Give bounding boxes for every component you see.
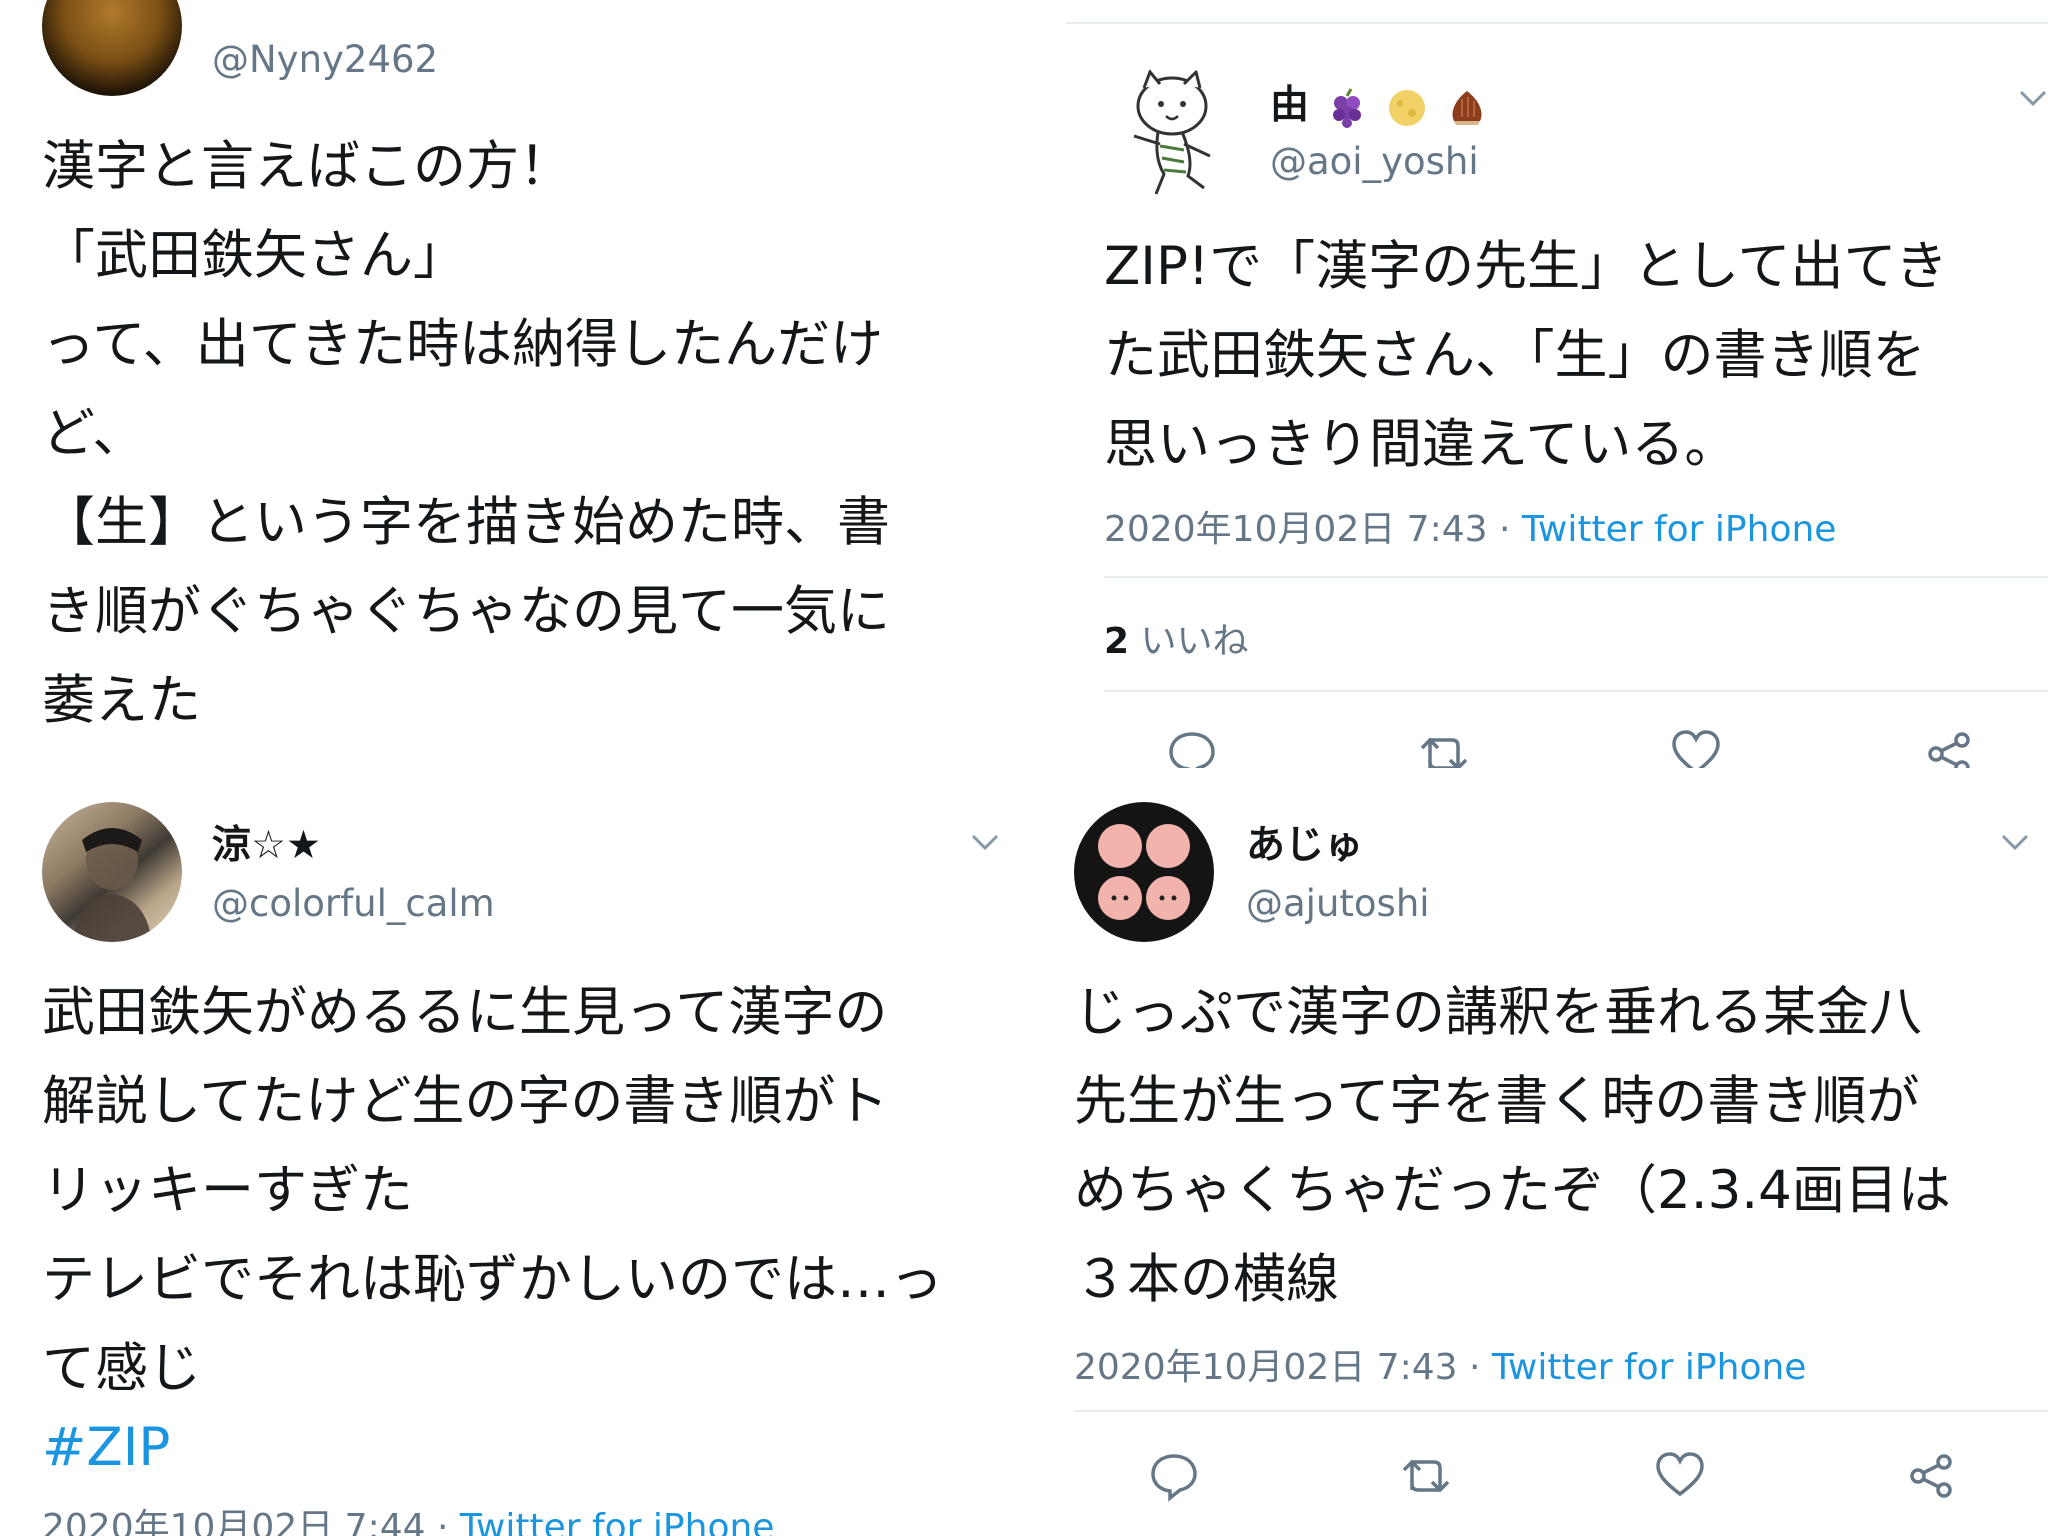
numbers-avatar-icon (1098, 824, 1190, 920)
chevron-down-icon[interactable] (2000, 832, 2030, 852)
tweet-text-line: て感じ (42, 1338, 201, 1399)
tweet-text-line: き順がぐちゃぐちゃなの見て一気に (42, 581, 890, 642)
tweet-text-line: 解説してたけど生の字の書き順がト (42, 1071, 889, 1132)
divider (1104, 690, 2048, 692)
tweet-meta: 2020年10月02日 7:43 · Twitter for iPhone (1104, 500, 1836, 552)
like-icon[interactable] (1670, 728, 1722, 768)
retweet-icon[interactable] (1400, 1450, 1452, 1502)
cat-drawing-icon (1133, 69, 1211, 195)
tweet-panel-ajutoshi: あじゅ @ajutoshi じっぷで漢字の講釈を垂れる某金八 先生が生って字を書… (1048, 782, 2048, 1536)
tweet-text-line: ど、 (42, 403, 146, 464)
tweet-meta: 2020年10月02日 7:44 · Twitter for iPhone (42, 1498, 774, 1536)
avatar[interactable] (42, 802, 182, 942)
profile-photo-icon (72, 828, 152, 942)
chevron-down-icon[interactable] (970, 832, 1000, 852)
reply-icon[interactable] (1166, 728, 1218, 768)
tweet-text-line: た武田鉄矢さん、「生」の書き順を (1104, 325, 1926, 386)
grapes-icon (1332, 87, 1361, 128)
likes-number: 2 (1104, 621, 1130, 662)
avatar[interactable] (1074, 802, 1214, 942)
client-link[interactable]: Twitter for iPhone (460, 1507, 775, 1536)
meta-separator: · (1487, 509, 1522, 550)
cheese-icon (1389, 89, 1426, 126)
tweet-text: じっぷで漢字の講釈を垂れる某金八 先生が生って字を書く時の書き順が めちゃくちゃ… (1074, 968, 1951, 1324)
likes-count[interactable]: 2 いいね (1104, 612, 1249, 664)
hashtag-link[interactable]: #ZIP (42, 1417, 170, 1478)
tweet-text: 武田鉄矢がめるるに生見って漢字の 解説してたけど生の字の書き順がト リッキーすぎ… (42, 968, 943, 1483)
share-icon[interactable] (1924, 728, 1976, 768)
retweet-icon[interactable] (1418, 728, 1470, 768)
divider (1104, 576, 2048, 578)
tweet-panel-aoi-yoshi: 由 @aoi_yoshi ZIP!で「漢字の先生」として出てき た武田鉄矢さん、… (1048, 0, 2048, 768)
display-name[interactable]: 由 (1270, 74, 1488, 130)
tweet-text-line: ３本の横線 (1074, 1249, 1339, 1310)
user-handle[interactable]: @colorful_calm (212, 882, 495, 925)
user-handle[interactable]: @aoi_yoshi (1270, 140, 1479, 183)
likes-label: いいね (1140, 621, 1249, 662)
hashtag-line: #ZIP (42, 1413, 943, 1483)
reply-icon[interactable] (1148, 1450, 1200, 1502)
display-name[interactable]: 涼☆★ (212, 814, 321, 870)
divider (1066, 22, 2048, 24)
timestamp[interactable]: 2020年10月02日 7:43 (1074, 1347, 1458, 1388)
tweet-text-line: ZIP!で「漢字の先生」として出てき (1104, 236, 1948, 297)
avatar[interactable] (1104, 66, 1240, 202)
tweet-text: ZIP!で「漢字の先生」として出てき た武田鉄矢さん、「生」の書き順を 思いっき… (1104, 222, 1948, 489)
tweet-text-line: 思いっきり間違えている。 (1104, 414, 1738, 475)
tweet-text-line: リッキーすぎた (42, 1160, 413, 1221)
user-handle[interactable]: @ajutoshi (1246, 882, 1430, 925)
user-handle[interactable]: @Nyny2462 (212, 38, 438, 81)
chevron-down-icon[interactable] (2018, 88, 2048, 108)
tweet-text-line: 先生が生って字を書く時の書き順が (1074, 1071, 1920, 1132)
display-name-text: 由 (1270, 83, 1310, 128)
tweet-text-line: テレビでそれは恥ずかしいのでは…っ (42, 1249, 943, 1310)
tweet-text-line: 「武田鉄矢さん」 (42, 225, 466, 286)
client-link[interactable]: Twitter for iPhone (1522, 509, 1837, 550)
chestnut-icon (1452, 90, 1482, 125)
divider (1074, 1410, 2048, 1412)
client-link[interactable]: Twitter for iPhone (1492, 1347, 1807, 1388)
tweet-panel-colorful-calm: 涼☆★ @colorful_calm 武田鉄矢がめるるに生見って漢字の 解説して… (0, 782, 1036, 1536)
display-name[interactable]: あじゅ (1246, 814, 1363, 870)
tweet-text-line: 【生】という字を描き始めた時、書 (42, 492, 890, 553)
timestamp[interactable]: 2020年10月02日 7:44 (42, 1507, 426, 1536)
tweet-text-line: 武田鉄矢がめるるに生見って漢字の (42, 982, 888, 1043)
meta-separator: · (425, 1507, 460, 1536)
share-icon[interactable] (1906, 1450, 1958, 1502)
tweet-panel-nyny: @Nyny2462 漢字と言えばこの方！ 「武田鉄矢さん」 って、出てきた時は納… (0, 0, 1036, 768)
tweet-text-line: じっぷで漢字の講釈を垂れる某金八 (1074, 982, 1922, 1043)
tweet-text-line: 漢字と言えばこの方！ (42, 136, 572, 197)
tweet-text: 漢字と言えばこの方！ 「武田鉄矢さん」 って、出てきた時は納得したんだけ ど、 … (42, 122, 890, 745)
tweet-text-line: めちゃくちゃだったぞ（2.3.4画目は (1074, 1160, 1951, 1221)
timestamp[interactable]: 2020年10月02日 7:43 (1104, 509, 1488, 550)
meta-separator: · (1457, 1347, 1492, 1388)
tweet-meta: 2020年10月02日 7:43 · Twitter for iPhone (1074, 1338, 1806, 1390)
like-icon[interactable] (1654, 1450, 1706, 1502)
tweet-text-line: って、出てきた時は納得したんだけ (42, 314, 884, 375)
avatar[interactable] (42, 0, 182, 96)
tweet-text-line: 萎えた (42, 670, 201, 731)
